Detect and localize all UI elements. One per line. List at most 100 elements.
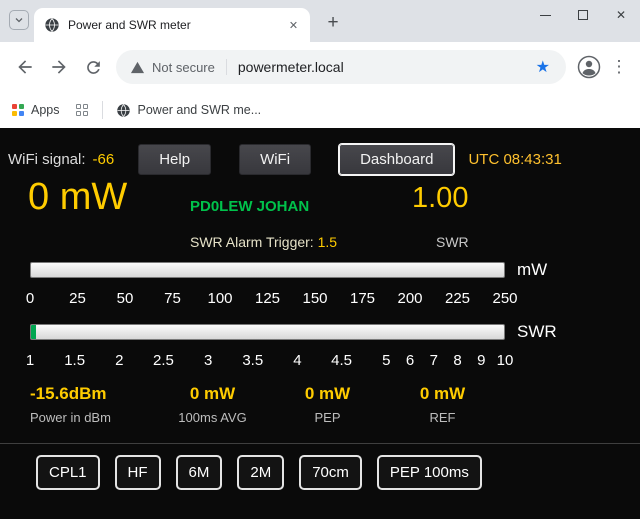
back-arrow-icon (15, 57, 35, 77)
alarm-row: SWR Alarm Trigger: 1.5 SWR (0, 234, 640, 254)
dbm-label: Power in dBm (30, 410, 155, 425)
browser-menu-button[interactable]: ⋮ (606, 50, 632, 84)
security-label: Not secure (152, 60, 215, 75)
url-text: powermeter.local (238, 59, 534, 75)
bookmark-title: Power and SWR me... (138, 103, 262, 117)
profile-icon (577, 55, 601, 79)
tab-close-icon[interactable]: ✕ (285, 17, 302, 34)
window-controls: ✕ (526, 0, 640, 30)
footer-button-70cm[interactable]: 70cm (299, 455, 362, 490)
minimize-icon (540, 15, 551, 16)
pep-label: PEP (270, 410, 385, 425)
profile-button[interactable] (572, 50, 606, 84)
footer-button-6m[interactable]: 6M (176, 455, 223, 490)
forward-button[interactable] (42, 50, 76, 84)
mw-bar-row: mW (30, 260, 640, 280)
swr-bar-row: SWR (30, 322, 640, 342)
wifi-signal-value: -66 (93, 151, 115, 168)
chevron-down-icon (13, 14, 25, 26)
close-icon: ✕ (616, 8, 626, 22)
swr-tick: 7 (430, 352, 438, 369)
reading-dbm: -15.6dBm Power in dBm (30, 384, 155, 425)
footer-divider (0, 443, 640, 444)
grid-view-icon[interactable] (76, 104, 89, 117)
ref-value: 0 mW (385, 384, 500, 404)
bookmarks-separator (102, 101, 103, 119)
warning-icon (130, 60, 145, 75)
help-button[interactable]: Help (138, 144, 211, 175)
reading-pep: 0 mW PEP (270, 384, 385, 425)
wifi-button[interactable]: WiFi (239, 144, 311, 175)
new-tab-button[interactable]: + (320, 10, 346, 36)
ref-label: REF (385, 410, 500, 425)
footer-button-hf[interactable]: HF (115, 455, 161, 490)
swr-tick: 9 (477, 352, 485, 369)
swr-tick: 1.5 (64, 352, 85, 369)
swr-tick: 8 (453, 352, 461, 369)
swr-tick: 4.5 (331, 352, 352, 369)
footer-button-2m[interactable]: 2M (237, 455, 284, 490)
mw-tick: 250 (492, 290, 517, 307)
mw-tick: 50 (117, 290, 134, 307)
tab-search-button[interactable] (9, 10, 29, 30)
mw-scale: 0 25 50 75 100 125 150 175 200 225 250 (30, 290, 505, 310)
swr-tick: 5 (382, 352, 390, 369)
mw-tick: 25 (69, 290, 86, 307)
browser-tab[interactable]: Power and SWR meter ✕ (34, 8, 310, 42)
mw-tick: 175 (350, 290, 375, 307)
back-button[interactable] (8, 50, 42, 84)
footer-button-cpl1[interactable]: CPL1 (36, 455, 100, 490)
bookmarks-bar: Apps Power and SWR me... (0, 92, 640, 128)
reload-button[interactable] (76, 50, 110, 84)
swr-tick: 4 (293, 352, 301, 369)
top-row: WiFi signal: -66 Help WiFi Dashboard UTC… (0, 144, 640, 174)
dashboard-button[interactable]: Dashboard (339, 144, 454, 175)
mw-bar-track (30, 262, 505, 278)
callsign-text: PD0LEW JOHAN (190, 198, 309, 215)
pep-value: 0 mW (270, 384, 385, 404)
swr-value: 1.00 (412, 182, 468, 215)
chip-divider (226, 59, 227, 75)
swr-tick: 3.5 (242, 352, 263, 369)
security-chip[interactable]: Not secure (130, 60, 215, 75)
utc-clock: UTC 08:43:31 (468, 151, 561, 168)
footer-button-pep100ms[interactable]: PEP 100ms (377, 455, 482, 490)
address-bar[interactable]: Not secure powermeter.local ★ (116, 50, 566, 84)
readings-row: -15.6dBm Power in dBm 0 mW 100ms AVG 0 m… (0, 384, 640, 425)
swr-bar-label: SWR (517, 322, 557, 342)
navigation-bar: Not secure powermeter.local ★ ⋮ (0, 42, 640, 92)
power-meter-page: WiFi signal: -66 Help WiFi Dashboard UTC… (0, 128, 640, 519)
swr-tick: 6 (406, 352, 414, 369)
window-minimize-button[interactable] (526, 0, 564, 30)
footer-buttons-row: CPL1 HF 6M 2M 70cm PEP 100ms (0, 455, 640, 490)
swr-tick: 2.5 (153, 352, 174, 369)
reload-icon (84, 58, 103, 77)
globe-icon (116, 103, 131, 118)
mw-tick: 100 (207, 290, 232, 307)
apps-grid-icon (12, 104, 24, 116)
mw-tick: 200 (397, 290, 422, 307)
swr-bar-track (30, 324, 505, 340)
mw-tick: 75 (164, 290, 181, 307)
avg-label: 100ms AVG (155, 410, 270, 425)
swr-alarm-value: 1.5 (318, 234, 337, 250)
apps-shortcut[interactable]: Apps (12, 103, 60, 117)
swr-tick: 3 (204, 352, 212, 369)
reading-ref: 0 mW REF (385, 384, 500, 425)
wifi-signal-label: WiFi signal: (8, 151, 86, 168)
tab-strip: Power and SWR meter ✕ + ✕ (0, 0, 640, 42)
bookmark-star-icon[interactable]: ★ (534, 57, 552, 77)
window-close-button[interactable]: ✕ (602, 0, 640, 30)
swr-caption: SWR (436, 234, 469, 250)
tab-title: Power and SWR meter (68, 18, 285, 32)
bookmark-item[interactable]: Power and SWR me... (116, 103, 262, 118)
swr-tick: 2 (115, 352, 123, 369)
mw-bar-label: mW (517, 260, 547, 280)
swr-scale: 1 1.5 2 2.5 3 3.5 4 4.5 5 6 7 8 9 10 (30, 352, 505, 372)
swr-bar-fill (31, 325, 36, 339)
window-maximize-button[interactable] (564, 0, 602, 30)
swr-tick: 1 (26, 352, 34, 369)
globe-favicon-icon (44, 17, 60, 33)
power-value: 0 mW (28, 176, 127, 219)
apps-label: Apps (31, 103, 60, 117)
